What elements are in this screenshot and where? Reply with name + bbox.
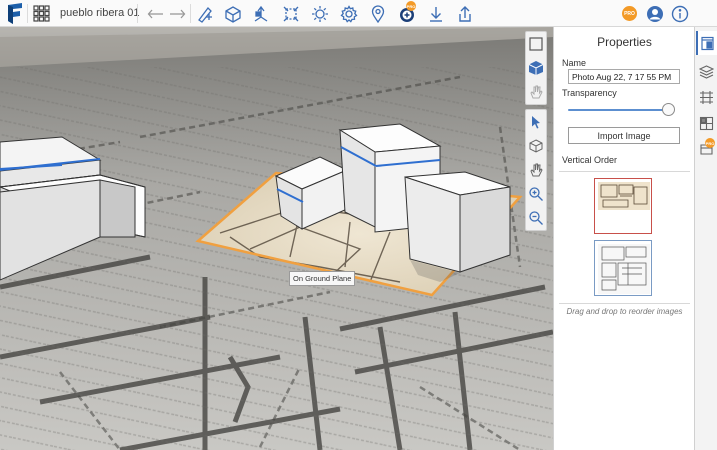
formit-pro-icon[interactable]: PRO — [396, 1, 417, 24]
download-icon[interactable] — [425, 3, 446, 24]
image-thumbnail-2[interactable] — [594, 240, 652, 296]
share-icon[interactable] — [454, 3, 475, 24]
import-image-button[interactable]: Import Image — [568, 127, 680, 144]
sun-icon[interactable] — [309, 3, 330, 24]
layers-icon[interactable] — [696, 59, 717, 83]
pro-icon[interactable]: PRO — [619, 3, 640, 24]
properties-panel: Properties Name Transparency Import Imag… — [553, 27, 694, 450]
redo-icon[interactable] — [166, 3, 187, 24]
levels-icon[interactable] — [696, 85, 717, 109]
draw-pen-icon[interactable] — [194, 3, 215, 24]
materials-icon[interactable] — [696, 111, 717, 135]
ground-plane-tooltip: On Ground Plane — [289, 271, 356, 286]
properties-panel-icon[interactable] — [696, 31, 717, 55]
pro-badge: PRO — [406, 1, 416, 11]
drag-reorder-hint: Drag and drop to reorder images — [566, 307, 683, 316]
zoom-extents-icon[interactable] — [526, 206, 546, 230]
zoom-icon[interactable] — [526, 182, 546, 206]
pro-features-icon[interactable]: PRO — [696, 137, 717, 161]
panel-title: Properties — [597, 35, 652, 49]
view-tools-upper — [525, 31, 547, 105]
select-arrow-icon[interactable] — [526, 110, 546, 134]
transform-icon[interactable] — [280, 3, 301, 24]
add-box-icon[interactable] — [222, 3, 243, 24]
info-icon[interactable] — [669, 3, 690, 24]
grid-menu-icon[interactable] — [33, 5, 50, 22]
image-thumbnail-1[interactable] — [594, 178, 652, 234]
pan-hand-icon[interactable] — [526, 158, 546, 182]
panel-tabs-strip: PRO — [694, 27, 717, 450]
formit-logo-icon[interactable] — [6, 3, 24, 24]
vertical-order-label: Vertical Order — [562, 155, 618, 165]
divider — [559, 171, 690, 172]
name-field[interactable] — [568, 69, 680, 84]
view-tools-lower — [525, 109, 547, 231]
pro-badge-label: PRO — [622, 6, 637, 21]
push-pull-icon[interactable] — [250, 3, 271, 24]
pro-badge-small: PRO — [705, 138, 715, 148]
account-icon[interactable] — [644, 3, 665, 24]
transparency-slider-track[interactable] — [568, 109, 674, 111]
undo-icon[interactable] — [145, 3, 166, 24]
settings-icon[interactable] — [338, 3, 359, 24]
project-name[interactable]: pueblo ribera 01 — [60, 7, 140, 19]
orbit-icon[interactable] — [526, 134, 546, 158]
divider — [559, 303, 690, 304]
3d-viewport[interactable]: PATIO — [0, 27, 553, 450]
hand-gesture-icon[interactable] — [526, 80, 546, 104]
window-select-icon[interactable] — [526, 32, 546, 56]
transparency-slider-thumb[interactable] — [662, 103, 676, 116]
location-pin-icon[interactable] — [367, 3, 388, 24]
scene-canvas[interactable]: PATIO — [0, 27, 553, 450]
3d-cube-view-icon[interactable] — [526, 56, 546, 80]
name-label: Name — [562, 58, 587, 68]
transparency-label: Transparency — [562, 88, 617, 98]
top-toolbar: pueblo ribera 01 PRO PRO — [0, 0, 717, 27]
